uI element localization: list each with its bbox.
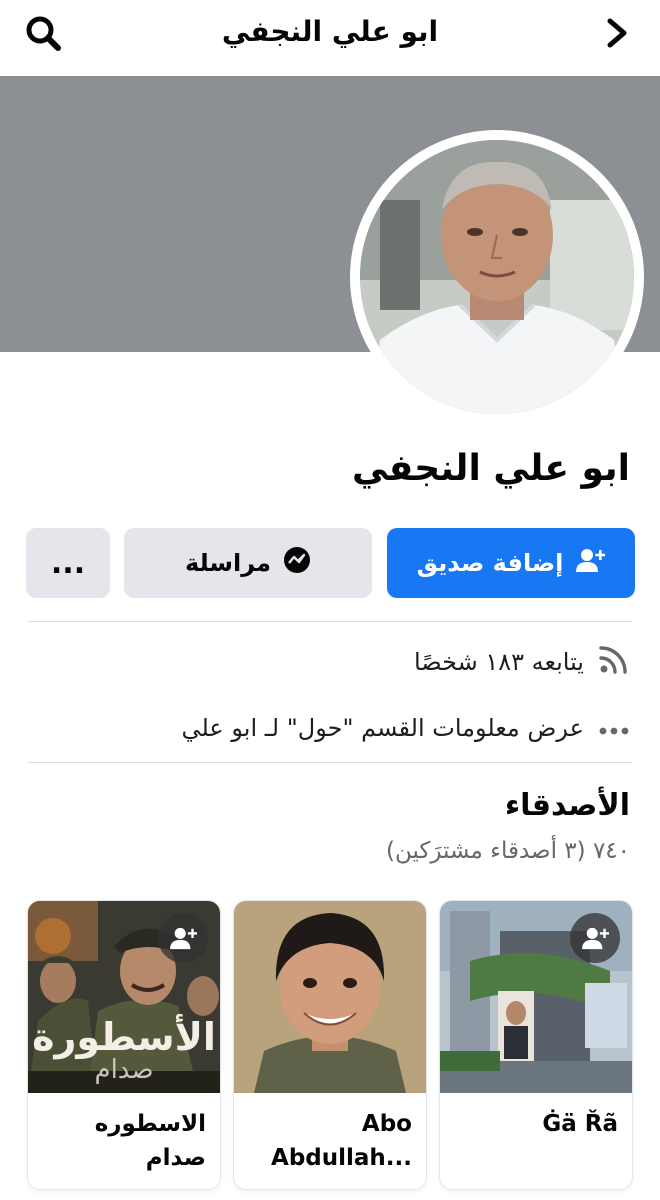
friend-photo: الأسطورة صدام: [28, 901, 220, 1093]
about-row[interactable]: عرض معلومات القسم "حول" لـ ابو علي: [181, 714, 630, 742]
add-friend-label: إضافة صديق: [416, 549, 564, 577]
divider: [28, 762, 632, 763]
add-friend-badge[interactable]: [158, 913, 208, 963]
profile-name: ابو علي النجفي: [351, 448, 630, 489]
add-friend-icon: [582, 927, 609, 950]
friends-count: ٧٤٠ (٣ أصدقاء مشترَكين): [386, 838, 630, 864]
profile-picture[interactable]: [350, 130, 644, 424]
friend-name[interactable]: الاسطوره صدام: [38, 1107, 206, 1175]
add-friend-button[interactable]: إضافة صديق: [387, 528, 635, 598]
divider: [28, 621, 632, 622]
add-friend-icon: [575, 547, 606, 579]
poster-subtitle: صدام: [94, 1055, 154, 1085]
dots-icon: [598, 714, 630, 742]
page-title: ابو علي النجفي: [221, 15, 439, 48]
friend-card[interactable]: الأسطورة صدام الاسطوره صدام: [28, 901, 220, 1189]
friend-name[interactable]: Abo Abdullah...: [244, 1107, 412, 1175]
friend-card[interactable]: Abo Abdullah...: [234, 901, 426, 1189]
friend-photo: [440, 901, 632, 1093]
friend-card[interactable]: Ġä Řã: [440, 901, 632, 1189]
top-bar: ابو علي النجفي: [0, 0, 660, 76]
friends-title: الأصدقاء: [504, 788, 630, 823]
friend-name[interactable]: Ġä Řã: [450, 1107, 618, 1141]
dots-icon: ...: [50, 545, 86, 581]
friend-photo: [234, 901, 426, 1093]
add-friend-icon: [170, 927, 197, 950]
rss-icon: [598, 643, 630, 681]
followers-row: يتابعه ١٨٣ شخصًا: [414, 643, 630, 681]
more-options-button[interactable]: ...: [26, 528, 110, 598]
poster-title: الأسطورة: [32, 1015, 216, 1059]
message-button[interactable]: مراسلة: [124, 528, 372, 598]
about-text: عرض معلومات القسم "حول" لـ ابو علي: [181, 714, 584, 742]
followers-text: يتابعه ١٨٣ شخصًا: [413, 648, 584, 676]
avatar: [360, 140, 634, 414]
message-label: مراسلة: [185, 549, 271, 577]
chevron-right-icon[interactable]: [600, 16, 634, 50]
messenger-icon: [283, 546, 311, 580]
add-friend-badge[interactable]: [570, 913, 620, 963]
